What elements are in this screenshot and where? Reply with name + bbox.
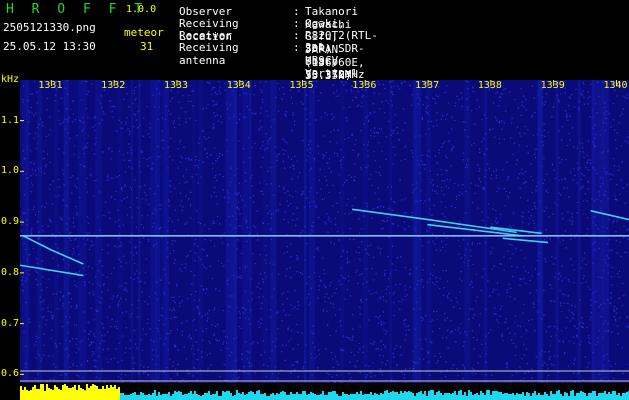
y-tick-label: 0.9 <box>1 216 20 228</box>
noise-band <box>155 80 161 383</box>
noise-band <box>130 80 133 383</box>
noise-band <box>536 80 543 383</box>
x-tick-label: 1331 <box>38 80 63 91</box>
noise-band <box>164 80 169 383</box>
noise-band <box>597 80 604 383</box>
noise-band <box>602 80 610 383</box>
app-version: 1.0.0 <box>126 4 157 15</box>
noise-band <box>426 80 431 383</box>
file-name: 2505121330.png <box>3 21 96 34</box>
noise-band <box>198 80 204 383</box>
x-tick-label: 1336 <box>352 80 377 91</box>
noise-band <box>95 80 102 383</box>
y-tick-label: 0.8 <box>1 266 20 278</box>
noise-band <box>414 80 421 383</box>
noise-band <box>262 80 269 383</box>
noise-band <box>138 80 141 383</box>
noise-band <box>77 80 83 383</box>
noise-band <box>339 80 345 383</box>
noise-band <box>192 80 196 383</box>
y-tick-label: 0.7 <box>1 317 20 329</box>
noise-band <box>577 80 581 383</box>
noise-band <box>117 80 122 383</box>
noise-band <box>555 80 559 383</box>
noise-band <box>21 80 28 383</box>
x-tick-label: 1334 <box>226 80 251 91</box>
noise-band <box>225 80 233 383</box>
separator: : <box>293 41 300 54</box>
timestamp: 25.05.12 13:30 <box>3 40 96 53</box>
x-tick-label: 1338 <box>477 80 502 91</box>
noise-band <box>303 80 307 383</box>
noise-band <box>270 80 277 383</box>
x-tick-label: 1335 <box>289 80 314 91</box>
noise-band <box>309 80 315 383</box>
x-tick-label: 1337 <box>415 80 440 91</box>
x-tick-label: 1339 <box>540 80 565 91</box>
x-tick-label: 1333 <box>163 80 189 91</box>
noise-band <box>54 80 59 383</box>
noise-band <box>591 80 595 383</box>
noise-band <box>363 80 369 383</box>
x-tick-label: 1340 <box>603 80 628 91</box>
y-tick-label: 0.6 <box>1 368 20 380</box>
meteor-label: meteor <box>124 26 164 39</box>
y-tick-label: 1.0 <box>1 165 20 177</box>
spectrogram-plot <box>20 80 629 400</box>
x-tick-label: 1332 <box>101 80 126 91</box>
noise-band <box>389 80 392 383</box>
noise-band <box>37 80 42 383</box>
noise-band <box>63 80 70 383</box>
noise-band <box>82 80 87 383</box>
hroffft-window: H R O F F T 1.0.0 2505121330.png meteor … <box>0 0 629 400</box>
noise-band <box>248 80 253 383</box>
y-tick-label: 1.1 <box>1 114 20 126</box>
frequency-unit-label: kHz <box>1 74 20 85</box>
meteor-count: 31 <box>140 40 154 53</box>
noise-band <box>242 80 249 383</box>
noise-band <box>233 80 238 383</box>
noise-band <box>464 80 471 383</box>
antenna-label: Receiving antenna <box>179 41 239 67</box>
